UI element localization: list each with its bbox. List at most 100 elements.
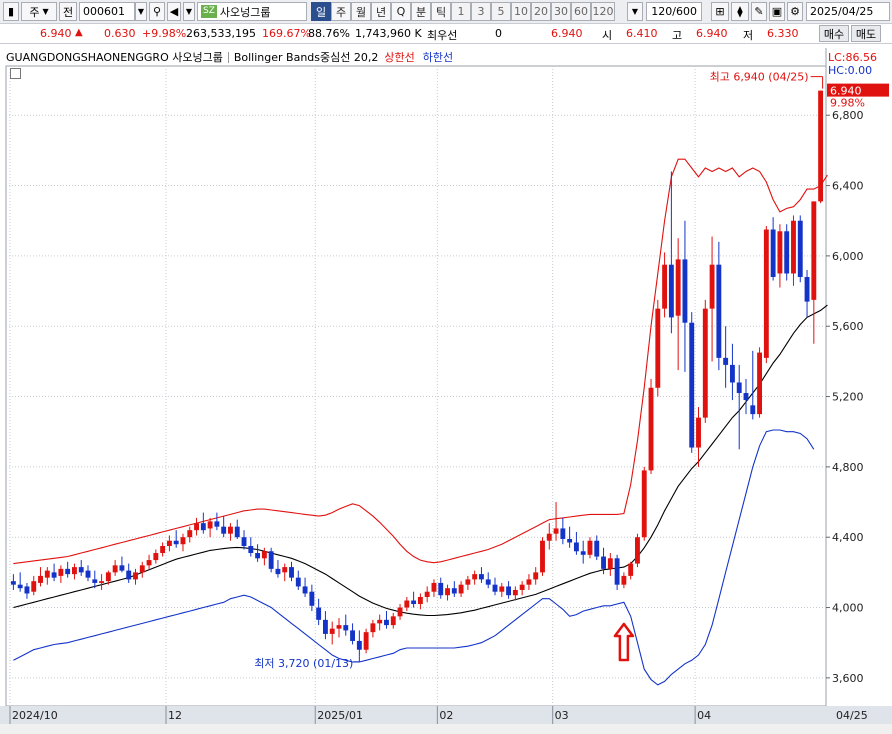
best-ask-value: 0	[495, 27, 502, 40]
candle-body	[499, 586, 505, 592]
window-menu-icon[interactable]: ▮	[3, 2, 19, 21]
chart-type-icon[interactable]: ⧫	[731, 2, 749, 21]
candle-body	[17, 584, 23, 589]
minute-option[interactable]: 120	[591, 2, 615, 21]
buy-button[interactable]: 매수	[819, 25, 849, 42]
x-tick-label: 04	[697, 709, 711, 722]
x-tick-label: 2024/10	[12, 709, 58, 722]
candle-body	[777, 231, 783, 274]
legend-indicator: Bollinger Bands중심선 20,2	[233, 51, 379, 64]
candle	[757, 347, 763, 418]
candle-body	[553, 528, 559, 534]
candle-body	[370, 623, 376, 633]
candle-body	[702, 308, 708, 418]
minute-option[interactable]: 20	[531, 2, 551, 21]
candle-body	[316, 607, 322, 620]
x-tick-label: 2025/01	[317, 709, 363, 722]
x-tick-label: 04/25	[836, 709, 868, 722]
candle-body	[119, 565, 125, 571]
period-button[interactable]: 월	[351, 2, 371, 21]
candle-body	[458, 584, 464, 594]
open-label: 시	[602, 29, 613, 42]
type-select[interactable]: 전	[59, 2, 77, 21]
candle	[648, 378, 654, 474]
date-input[interactable]: 2025/04/25	[806, 2, 890, 21]
candle-body	[580, 551, 586, 555]
candle-body	[797, 220, 803, 277]
count-input[interactable]: 120/600	[646, 2, 702, 21]
candle-body	[614, 558, 620, 585]
candle	[635, 533, 640, 568]
prev-dropdown-icon[interactable]: ▼	[183, 2, 195, 21]
stock-name-input[interactable]: SZ 사오넝그룹	[197, 2, 307, 21]
period-button[interactable]: 년	[371, 2, 391, 21]
grid-icon[interactable]: ⊞	[711, 2, 729, 21]
minute-option[interactable]: 5	[491, 2, 511, 21]
search-icon[interactable]: ⚲	[149, 2, 165, 21]
sell-button[interactable]: 매도	[851, 25, 881, 42]
candle-body	[356, 640, 362, 650]
candle-body	[133, 572, 138, 580]
candle-body	[234, 526, 240, 538]
candle-body	[92, 579, 98, 583]
candle-body	[594, 540, 600, 557]
change-value: 0.630	[104, 27, 136, 40]
minute-option[interactable]: 3	[471, 2, 491, 21]
period-button[interactable]: 틱	[431, 2, 451, 21]
chevron-down-icon: ▼	[42, 7, 49, 16]
candle-body	[65, 568, 71, 575]
period-button[interactable]: 분	[411, 2, 431, 21]
minute-option[interactable]: 30	[551, 2, 571, 21]
candle-body	[160, 546, 166, 554]
candle-body	[784, 231, 790, 274]
code-dropdown-icon[interactable]: ▼	[135, 2, 147, 21]
chart-option-icon[interactable]	[10, 68, 21, 79]
gear-icon[interactable]: ⚙	[787, 2, 803, 21]
minute-dropdown-icon[interactable]: ▼	[627, 2, 643, 21]
minute-option[interactable]: 10	[511, 2, 531, 21]
candle-body	[560, 528, 566, 539]
candle-body	[228, 526, 233, 534]
x-tick-label: 12	[168, 709, 182, 722]
candle-body	[336, 625, 342, 629]
candle-body	[268, 551, 274, 569]
draw-icon[interactable]: ✎	[751, 2, 767, 21]
candle	[702, 299, 708, 423]
candle-body	[689, 322, 695, 448]
y-tick-label: 4,000	[832, 602, 864, 615]
candle-body	[309, 591, 315, 606]
y-tick-label: 6,800	[832, 109, 864, 122]
period-button[interactable]: 주	[331, 2, 351, 21]
speaker-icon[interactable]: ◀	[167, 2, 181, 21]
quote-bar: 6.940 ▲ 0.630 +9.98% 263,533,195 169.67%…	[0, 24, 892, 44]
candle-body	[377, 619, 383, 624]
candle-body	[51, 572, 57, 578]
candle-body	[648, 387, 654, 471]
hc-label: HC:0.00	[828, 64, 872, 77]
candle	[763, 226, 769, 364]
candle-body	[540, 540, 545, 573]
candle-body	[770, 229, 776, 277]
candle-body	[78, 567, 84, 573]
candle-body	[38, 575, 43, 583]
candle-body	[675, 259, 681, 316]
y-tick-label: 6,000	[832, 250, 864, 263]
candle-body	[194, 523, 199, 531]
candle-body	[384, 619, 389, 626]
candle-body	[58, 568, 64, 576]
candle-body	[526, 579, 532, 585]
period-button[interactable]: Q	[391, 2, 411, 21]
minute-option[interactable]: 60	[571, 2, 591, 21]
period-button[interactable]: 일	[311, 2, 331, 21]
market-label: 주	[29, 5, 40, 19]
price-chart[interactable]: 3,600 4,000 4,400 4,800 5,200 5,600 6,000 6,400…	[0, 44, 892, 734]
candle	[268, 547, 274, 573]
stock-code-input[interactable]: 000601	[79, 2, 135, 21]
min-annotation: 최저 3,720 (01/13)	[254, 657, 353, 670]
candle	[818, 90, 824, 204]
x-tick-label: 03	[555, 709, 569, 722]
minute-option[interactable]: 1	[451, 2, 471, 21]
save-icon[interactable]: ▣	[769, 2, 785, 21]
legend-upper: 상한선	[384, 51, 415, 64]
market-select[interactable]: 주 ▼	[21, 2, 57, 21]
